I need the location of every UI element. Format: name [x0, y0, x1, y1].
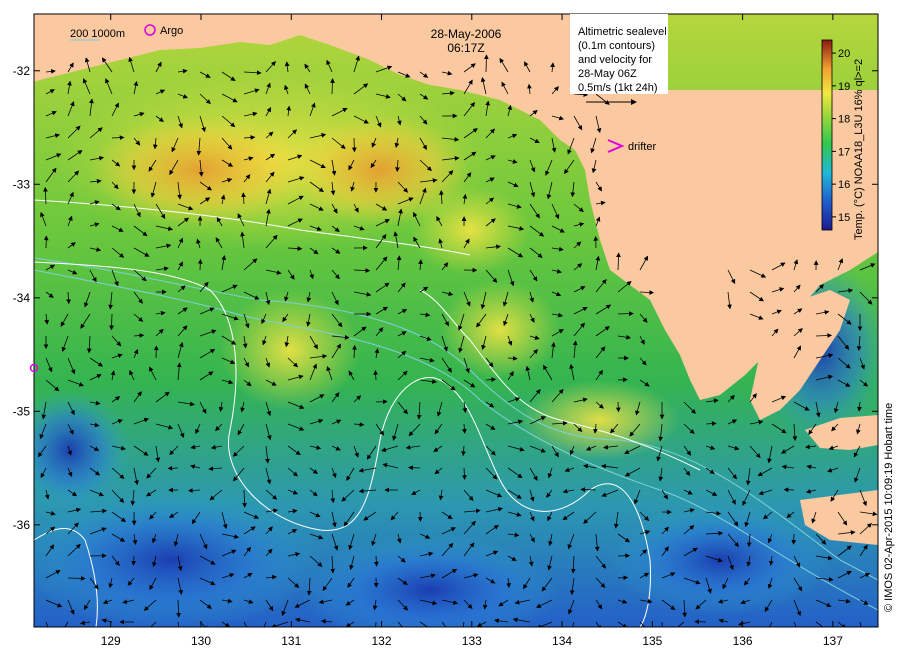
x-tick-label: 132	[372, 634, 392, 648]
colorbar-tick-label: 17	[838, 146, 850, 158]
velocity-vector	[109, 313, 114, 331]
velocity-vector	[580, 487, 597, 493]
x-tick-label: 129	[101, 634, 121, 648]
velocity-vector	[131, 555, 137, 566]
info-line-5: 0.5m/s (1kt 24h)	[578, 82, 657, 94]
date-label: 28-May-2006	[431, 27, 502, 41]
colorbar	[821, 39, 833, 231]
y-tick-label: -36	[13, 518, 31, 532]
x-tick-label: 133	[462, 634, 482, 648]
colorbar-tick-label: 16	[838, 179, 850, 191]
info-line-4: 28-May 06Z	[578, 68, 637, 80]
drifter-legend-label: drifter	[628, 141, 656, 153]
x-tick-label: 131	[281, 634, 301, 648]
colorbar-tick-label: 15	[838, 212, 850, 224]
credit-label: © IMOS 02-Apr-2015 10:09:19 Hobart time	[883, 403, 895, 612]
x-tick-label: 137	[823, 634, 843, 648]
velocity-vector	[615, 401, 621, 413]
y-tick-label: -33	[13, 177, 31, 191]
info-line-2: (0.1m contours)	[578, 40, 655, 52]
velocity-vector	[617, 575, 629, 581]
colorbar-tick-label: 18	[838, 114, 850, 126]
colorbar-tick-label: 19	[838, 81, 850, 93]
x-tick-label: 130	[191, 634, 211, 648]
x-tick-label: 134	[552, 634, 572, 648]
time-label: 06:17Z	[447, 41, 484, 55]
sea-temperature-field	[34, 14, 878, 627]
sst-map: 129 130 131 132 133 134 135 136 137 -32 -33 -34 -35…	[13, 13, 895, 648]
info-line-3: and velocity for	[578, 54, 652, 66]
y-tick-label: -34	[13, 291, 31, 305]
velocity-vector	[67, 575, 86, 581]
x-tick-label: 136	[733, 634, 753, 648]
info-line-1: Altimetric sealevel	[578, 26, 667, 38]
isobath-legend-label: 200 1000m	[70, 28, 125, 40]
x-tick-label: 135	[642, 634, 662, 648]
colorbar-title: Temp. (°C) NOAA18_L3U 16% ql>=2	[853, 59, 865, 240]
argo-legend-label: Argo	[160, 25, 183, 37]
y-tick-label: -32	[13, 64, 31, 78]
y-tick-label: -35	[13, 404, 31, 418]
colorbar-tick-label: 20	[838, 48, 850, 60]
